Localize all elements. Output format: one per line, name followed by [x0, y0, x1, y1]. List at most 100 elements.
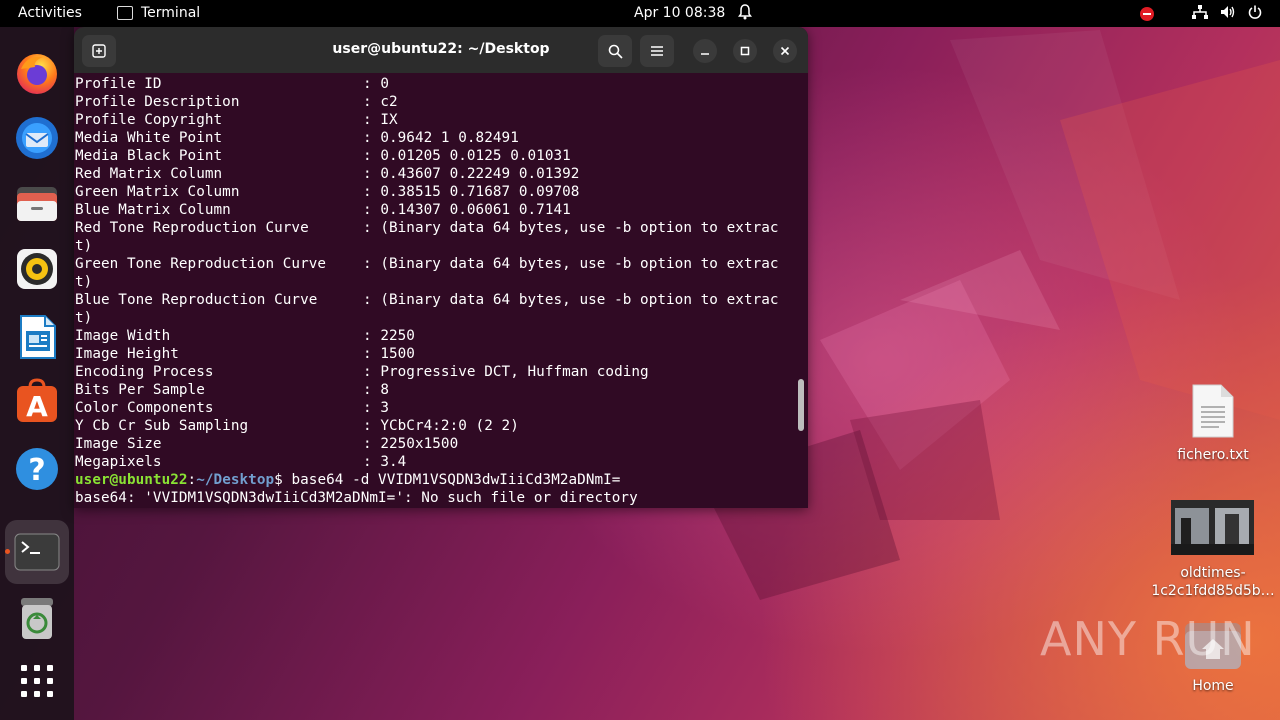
power-icon[interactable]: [1248, 5, 1262, 23]
minimize-button[interactable]: [693, 39, 717, 63]
exif-separator: :: [363, 94, 381, 110]
close-icon: [780, 46, 790, 56]
exif-separator: :: [363, 220, 381, 236]
exif-separator: :: [363, 148, 381, 164]
terminal-line: Green Tone Reproduction Curve: (Binary d…: [75, 255, 795, 273]
exif-separator: :: [363, 400, 381, 416]
dock-show-apps[interactable]: [13, 657, 61, 705]
search-button[interactable]: [598, 35, 632, 67]
terminal-line: Image Size: 2250x1500: [75, 435, 795, 453]
running-indicator: [5, 549, 10, 554]
exif-key: Red Tone Reproduction Curve: [75, 220, 309, 236]
exif-key: Green Tone Reproduction Curve: [75, 256, 327, 272]
terminal-line: Image Width: 2250: [75, 327, 795, 345]
terminal-line: Encoding Process: Progressive DCT, Huffm…: [75, 363, 795, 381]
activities-button[interactable]: Activities: [18, 5, 82, 21]
exif-value: c2: [380, 94, 398, 110]
terminal-line: Media White Point: 0.9642 1 0.82491: [75, 129, 795, 147]
exif-key: Y Cb Cr Sub Sampling: [75, 418, 249, 434]
exif-key: Image Size: [75, 436, 162, 452]
dock-help[interactable]: ?: [13, 445, 61, 493]
dock-trash[interactable]: [13, 595, 61, 643]
bell-icon[interactable]: [738, 4, 752, 24]
terminal-window[interactable]: user@ubuntu22: ~/Desktop Profile ID: 0 Pr…: [74, 27, 808, 508]
dock-files[interactable]: [13, 179, 61, 227]
exif-key: Image Width: [75, 328, 171, 344]
maximize-icon: [740, 46, 750, 56]
exif-separator: :: [363, 112, 381, 128]
exif-key: Bits Per Sample: [75, 382, 205, 398]
svg-text:?: ?: [28, 453, 45, 488]
exif-value: 0.9642 1 0.82491: [380, 130, 519, 146]
video-thumbnail-icon: [1171, 500, 1254, 555]
desktop-icon-fichero[interactable]: fichero.txt: [1172, 380, 1254, 470]
stop-recording-icon[interactable]: [1140, 7, 1154, 21]
dock-terminal[interactable]: [5, 520, 69, 584]
desktop-icon-oldtimes[interactable]: oldtimes- 1c2c1fdd85d5b…: [1150, 498, 1276, 602]
exif-key: Media White Point: [75, 130, 223, 146]
anyrun-watermark: ANY RUN: [1040, 612, 1256, 666]
minimize-icon: [701, 53, 709, 55]
help-icon: ?: [16, 448, 58, 490]
exif-value: (Binary data 64 bytes, use -b option to …: [380, 256, 779, 272]
terminal-line: Red Tone Reproduction Curve: (Binary dat…: [75, 219, 795, 237]
terminal-line: Media Black Point: 0.01205 0.0125 0.0103…: [75, 147, 795, 165]
terminal-header-bar[interactable]: user@ubuntu22: ~/Desktop: [74, 27, 808, 73]
exif-value: 0.38515 0.71687 0.09708: [380, 184, 580, 200]
exif-value: 0.14307 0.06061 0.7141: [380, 202, 571, 218]
trash-icon: [21, 598, 53, 639]
network-icon[interactable]: [1192, 5, 1208, 23]
exif-value: 3.4: [380, 454, 407, 470]
exif-value: 1500: [380, 346, 415, 362]
svg-text:A: A: [26, 390, 48, 423]
text-file-icon: [1192, 384, 1234, 438]
terminal-line: Profile Description: c2: [75, 93, 795, 111]
terminal-line: Color Components: 3: [75, 399, 795, 417]
exif-key: Blue Tone Reproduction Curve: [75, 292, 318, 308]
desktop-icon-label: fichero.txt: [1177, 447, 1249, 463]
exif-key: Profile Description: [75, 94, 240, 110]
prompt-dollar: $: [274, 472, 292, 488]
exif-key: Encoding Process: [75, 364, 214, 380]
exif-key: Image Height: [75, 346, 179, 362]
command-output: base64: 'VVIDM1VSQDN3dwIiiCd3M2aDNmI=': …: [75, 490, 638, 506]
maximize-button[interactable]: [733, 39, 757, 63]
exif-value: Progressive DCT, Huffman coding: [380, 364, 649, 380]
exif-key: Blue Matrix Column: [75, 202, 231, 218]
exif-separator: :: [363, 436, 381, 452]
exif-value: (Binary data 64 bytes, use -b option to …: [380, 220, 779, 236]
terminal-output[interactable]: Profile ID: 0 Profile Description: c2 Prof…: [75, 75, 795, 508]
exif-value: YCbCr4:2:0 (2 2): [380, 418, 519, 434]
exif-value: 8: [380, 382, 389, 398]
prompt-separator: :: [187, 472, 197, 488]
top-bar: Activities Terminal Apr 10 08:38: [0, 0, 1280, 27]
files-icon: [17, 187, 57, 221]
exif-value: IX: [380, 112, 398, 128]
prompt-user: user@ubuntu22: [75, 472, 188, 488]
terminal-line: Blue Tone Reproduction Curve: (Binary da…: [75, 291, 795, 309]
dock-app-center[interactable]: A: [13, 377, 61, 425]
scrollbar-thumb[interactable]: [798, 379, 804, 431]
close-button[interactable]: [773, 39, 797, 63]
terminal-wrapped-line: t): [75, 274, 93, 290]
exif-key: Red Matrix Column: [75, 166, 223, 182]
search-icon: [608, 44, 623, 59]
terminal-line: Profile Copyright: IX: [75, 111, 795, 129]
exif-key: Green Matrix Column: [75, 184, 240, 200]
clock[interactable]: Apr 10 08:38: [634, 5, 725, 21]
dock-rhythmbox[interactable]: [13, 245, 61, 293]
menu-button[interactable]: [640, 35, 674, 67]
dock-thunderbird[interactable]: [13, 113, 61, 161]
dock-firefox[interactable]: [13, 49, 61, 97]
app-name: Terminal: [141, 5, 201, 21]
exif-separator: :: [363, 184, 381, 200]
volume-icon[interactable]: [1220, 5, 1236, 23]
terminal-line: Profile ID: 0: [75, 75, 795, 93]
exif-separator: :: [363, 292, 381, 308]
terminal-line: Bits Per Sample: 8: [75, 381, 795, 399]
exif-separator: :: [363, 454, 381, 470]
exif-value: 2250: [380, 328, 415, 344]
dock-writer[interactable]: [13, 313, 61, 361]
exif-separator: :: [363, 130, 381, 146]
app-menu[interactable]: Terminal: [117, 5, 200, 21]
